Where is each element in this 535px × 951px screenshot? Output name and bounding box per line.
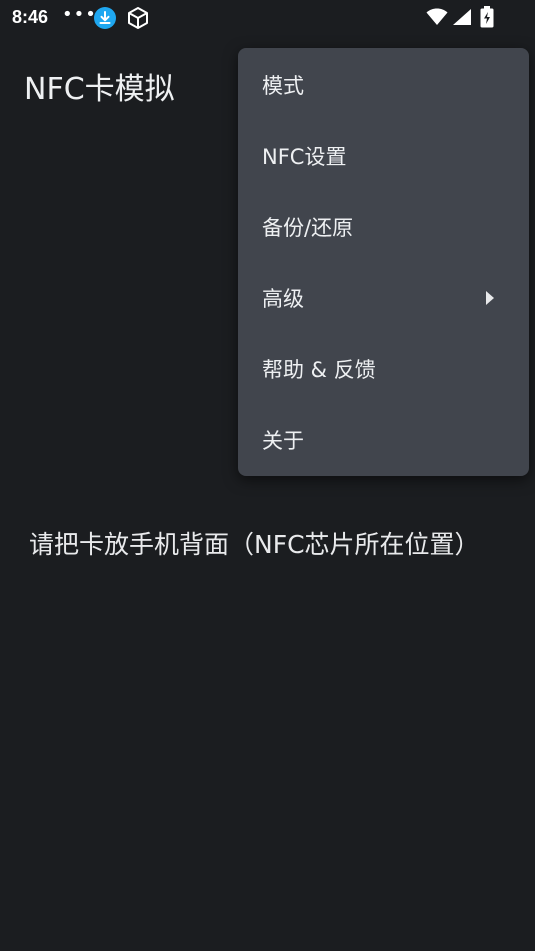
app-title: NFC卡模拟 [24,72,175,107]
menu-item-mode[interactable]: 模式 [238,49,529,120]
overflow-menu: 模式 NFC设置 备份/还原 高级 帮助 & 反馈 关于 [238,48,529,476]
menu-item-label: 关于 [262,428,304,453]
menu-item-label: NFC设置 [262,144,347,169]
menu-item-nfc-settings[interactable]: NFC设置 [238,120,529,191]
menu-item-label: 帮助 & 反馈 [262,357,376,382]
menu-item-advanced[interactable]: 高级 [238,262,529,333]
menu-item-label: 模式 [262,73,304,98]
download-icon [94,7,116,29]
screen: 8:46 ••• NFC卡模拟 请把卡放手机背面（NFC芯片所在位置） 模式 N… [0,0,535,951]
status-time: 8:46 [12,7,49,27]
menu-item-label: 高级 [262,286,304,311]
menu-item-about[interactable]: 关于 [238,404,529,475]
menu-item-label: 备份/还原 [262,215,354,240]
more-notifications-icon: ••• [62,4,97,25]
box-icon [128,7,148,29]
status-bar: 8:46 ••• [0,0,535,36]
wifi-icon [426,8,448,25]
signal-icon [453,9,471,25]
menu-item-help-feedback[interactable]: 帮助 & 反馈 [238,333,529,404]
menu-item-backup-restore[interactable]: 备份/还原 [238,191,529,262]
submenu-arrow-icon [486,290,494,305]
instruction-text: 请把卡放手机背面（NFC芯片所在位置） [29,530,480,559]
battery-charging-icon [480,6,494,28]
